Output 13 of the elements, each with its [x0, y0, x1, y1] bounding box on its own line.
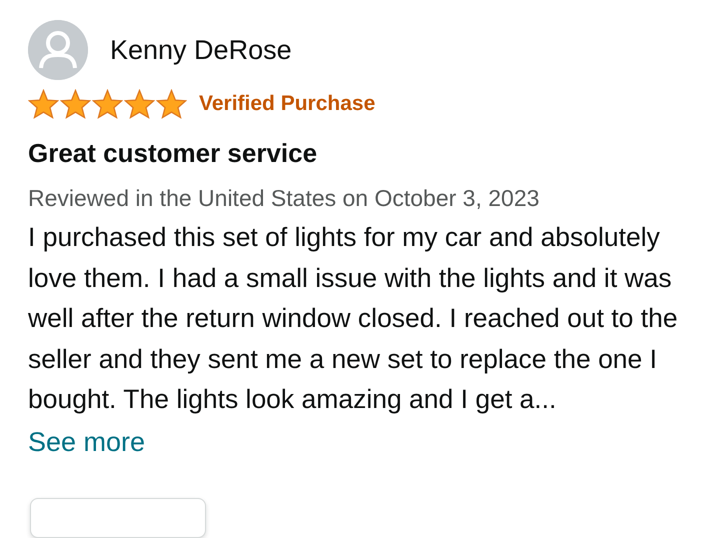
filled-star-icon [28, 88, 59, 119]
reviewer-name: Kenny DeRose [110, 34, 292, 67]
review-title: Great customer service [28, 136, 318, 170]
filled-star-icon [156, 88, 187, 119]
filled-star-icon [60, 88, 91, 119]
verified-purchase-label: Verified Purchase [199, 91, 376, 117]
filled-star-icon [124, 88, 155, 119]
review-text: I purchased this set of lights for my car and absolutely love them. I had a small issue with the lights and it was well after the return window closed. I reached out to the seller and they sent me a new set to replace the one I bought. The lights look amazing and I get a... [28, 221, 678, 416]
helpful-button[interactable] [30, 498, 206, 538]
filled-star-icon [92, 88, 123, 119]
see-more-link[interactable]: See more [28, 422, 146, 462]
review-date: Reviewed in the United States on October 3, 2023 [28, 184, 540, 212]
avatar-icon [28, 20, 88, 80]
